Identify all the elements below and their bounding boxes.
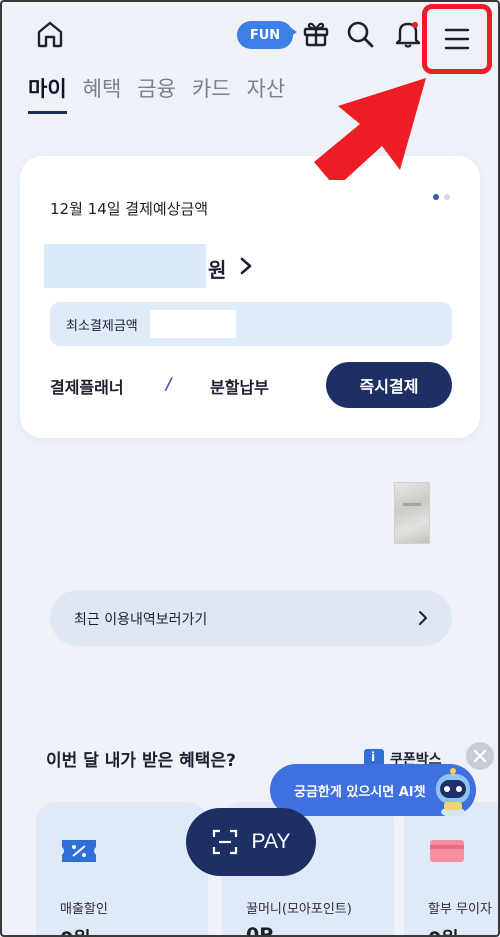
scan-icon: [212, 829, 237, 855]
chevron-right-icon[interactable]: [238, 256, 254, 276]
installment-link[interactable]: 분할납부: [210, 374, 269, 398]
gift-icon[interactable]: [300, 17, 332, 49]
main-tabs: 마이 혜택 금융 카드 자산: [28, 74, 301, 118]
search-icon[interactable]: [344, 18, 376, 50]
bell-icon[interactable]: [392, 17, 424, 49]
tab-benefits[interactable]: 혜택: [83, 74, 122, 114]
tab-my[interactable]: 마이: [28, 74, 67, 114]
amount-mask: [44, 244, 206, 288]
top-bar: FUN: [0, 0, 500, 74]
pay-button[interactable]: PAY: [186, 808, 316, 876]
benefit-label: 꿀머니(모아포인트): [246, 902, 352, 917]
payment-planner-link[interactable]: 결제플래너: [50, 374, 124, 398]
tab-assets[interactable]: 자산: [247, 74, 286, 114]
recent-history-label: 최근 이용내역보러가기: [74, 612, 208, 628]
home-icon[interactable]: [34, 18, 66, 50]
benefit-card-discount[interactable]: 매출할인 0원: [36, 802, 208, 937]
min-payment-label: 최소결제금액: [66, 319, 138, 334]
red-arrow-annotation: [314, 78, 426, 180]
benefits-title: 이번 달 내가 받은 혜택은?: [46, 751, 236, 771]
payment-card: 12월 14일 결제예상금액 원 최소결제금액 결제플래너 / 분할납부 즉시결…: [20, 156, 480, 438]
thumbnail-image[interactable]: [394, 482, 430, 544]
benefit-value: 0원: [60, 924, 91, 937]
page-indicator: [433, 194, 450, 200]
benefit-label: 매출할인: [60, 902, 108, 917]
payment-date-label: 12월 14일 결제예상금액: [50, 200, 209, 218]
min-payment-mask: [150, 310, 236, 338]
currency-label[interactable]: 원: [208, 254, 226, 283]
instant-pay-button[interactable]: 즉시결제: [326, 362, 452, 408]
benefit-card-installment[interactable]: 할부 무이자 0원: [404, 802, 500, 937]
benefit-label: 할부 무이자: [428, 902, 492, 917]
menu-icon: [444, 28, 470, 50]
tab-finance[interactable]: 금융: [137, 74, 176, 114]
recent-history-button[interactable]: 최근 이용내역보러가기: [50, 590, 452, 646]
page-dot: [444, 194, 450, 200]
menu-button[interactable]: [422, 4, 492, 74]
chevron-right-icon: [419, 611, 427, 625]
ai-robot-icon[interactable]: [430, 766, 476, 818]
page-dot-active: [433, 194, 439, 200]
pay-label: PAY: [251, 830, 291, 853]
separator: /: [166, 374, 172, 393]
close-ai-bubble-button[interactable]: [466, 742, 494, 770]
discount-ticket-icon: [62, 840, 96, 862]
tab-card[interactable]: 카드: [192, 74, 231, 114]
benefit-value: 0원: [428, 924, 459, 937]
benefit-value: 0P: [246, 924, 274, 937]
min-payment-box: 최소결제금액: [50, 302, 452, 346]
close-icon: [474, 750, 486, 762]
fun-badge-label: FUN: [249, 27, 281, 43]
fun-badge[interactable]: FUN: [237, 21, 297, 49]
ai-chat-text: 궁금한게 있으시면 AI챗: [294, 785, 426, 800]
card-icon: [430, 840, 464, 862]
